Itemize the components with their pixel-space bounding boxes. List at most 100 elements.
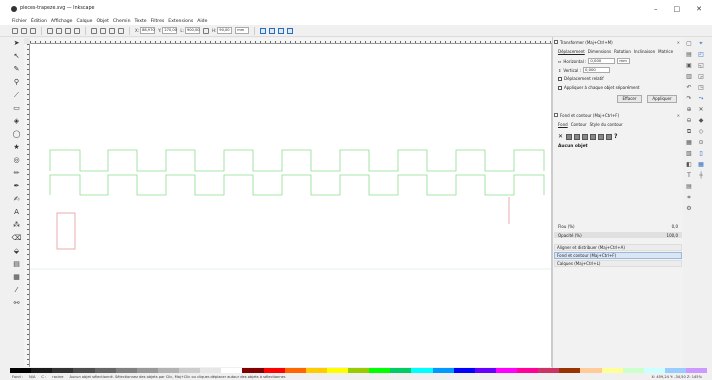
lower-to-bottom-icon[interactable] [118, 27, 124, 34]
vertical-input[interactable]: 0,000 [582, 67, 610, 73]
menu-path[interactable]: Chemin [113, 19, 131, 24]
menu-layer[interactable]: Calque [77, 19, 93, 24]
zoom-in-icon[interactable]: ⊕ [686, 106, 693, 113]
y-input[interactable]: 270,00 [162, 27, 178, 34]
snap-toggle-icon[interactable]: ⌖ [698, 40, 705, 47]
deselect-icon[interactable] [30, 27, 36, 34]
preferences-icon[interactable]: ⚙ [686, 205, 693, 212]
snap-bbox-edge-icon[interactable]: ◱ [698, 62, 705, 69]
fill-stroke-panel-tab[interactable]: Fond et contour (Maj+Ctrl+F) [554, 252, 682, 259]
snap-smooth-icon[interactable]: ◆ [698, 117, 705, 124]
snap-midpoint-icon[interactable]: ◇ [698, 128, 705, 135]
flat-color-icon[interactable] [566, 133, 572, 140]
linear-gradient-icon[interactable] [574, 133, 580, 140]
flip-vertical-icon[interactable] [74, 27, 80, 34]
selector-tool-icon[interactable]: ➤ [13, 39, 21, 47]
align-panel-tab[interactable]: Aligner et distribuer (Maj+Ctrl+A) [554, 244, 682, 251]
move-gradients-icon[interactable] [278, 27, 285, 34]
group-icon[interactable]: ▦ [686, 139, 693, 146]
layers-icon[interactable]: ▤ [686, 183, 693, 190]
raise-to-top-icon[interactable] [91, 27, 97, 34]
connector-tool-icon[interactable]: ⚯ [13, 299, 21, 307]
swatch-icon[interactable] [606, 133, 612, 140]
zoom-level[interactable]: Z: 145% [687, 375, 702, 379]
text-font-icon[interactable]: T [686, 172, 693, 179]
mesh-gradient-icon[interactable] [590, 133, 596, 140]
layers-panel-tab[interactable]: Calques (Maj+Ctrl+L) [554, 260, 682, 267]
snap-bbox-corner-icon[interactable]: ◲ [698, 73, 705, 80]
gradient-tool-icon[interactable]: ▤ [13, 260, 21, 268]
unit-select[interactable]: mm [235, 27, 250, 34]
radial-gradient-icon[interactable] [582, 133, 588, 140]
raise-icon[interactable] [100, 27, 106, 34]
eraser-tool-icon[interactable]: ⌫ [12, 234, 22, 242]
tab-skew[interactable]: Inclinaison [634, 49, 655, 54]
box3d-tool-icon[interactable]: ◈ [13, 117, 21, 125]
opacity-value[interactable]: 100,0 [667, 233, 678, 238]
blur-row[interactable]: Flou (%) 0,0 [554, 223, 682, 229]
opacity-row[interactable]: Opacité (%) 100,0 [554, 232, 682, 238]
height-input[interactable]: 90,00 [217, 27, 233, 34]
ellipse-tool-icon[interactable]: ◯ [13, 130, 21, 138]
tab-stroke-paint[interactable]: Contour [571, 122, 587, 127]
measure-tool-icon[interactable]: ⟋ [13, 91, 21, 99]
unit-dropdown[interactable]: mm [617, 58, 631, 64]
select-all-layers-icon[interactable] [21, 27, 27, 34]
no-paint-icon[interactable]: ✕ [558, 133, 564, 140]
print-icon[interactable]: ▥ [686, 73, 693, 80]
fill-indicator-value[interactable]: N/A [29, 375, 35, 379]
rotate-cw-icon[interactable] [56, 27, 62, 34]
tab-matrix[interactable]: Matrice [658, 49, 673, 54]
dropper-tool-icon[interactable]: ⁄ [13, 286, 21, 294]
menu-text[interactable]: Texte [135, 19, 147, 24]
layer-selector[interactable]: racine [52, 375, 63, 379]
mesh-tool-icon[interactable]: ▦ [13, 273, 21, 281]
square-wave-path-bottom[interactable] [49, 174, 545, 196]
tweak-tool-icon[interactable]: ✎ [13, 65, 21, 73]
text-tool-icon[interactable]: A [13, 208, 21, 216]
snap-guide-icon[interactable]: ┼ [698, 172, 705, 179]
rectangle-tool-icon[interactable]: ▭ [13, 104, 21, 112]
snap-nodes-icon[interactable]: ◳ [698, 84, 705, 91]
tab-fill[interactable]: Fond [558, 122, 568, 127]
snap-path-icon[interactable]: ⤳ [698, 95, 705, 102]
open-icon[interactable]: ▤ [686, 51, 693, 58]
bucket-tool-icon[interactable]: ⬙ [13, 247, 21, 255]
drawing-canvas[interactable] [30, 44, 552, 367]
menu-object[interactable]: Objet [96, 19, 108, 24]
new-document-icon[interactable]: ▢ [686, 40, 693, 47]
zoom-out-icon[interactable]: ⊖ [686, 117, 693, 124]
minimize-button[interactable]: – [654, 5, 658, 13]
clear-button[interactable]: Effacer [617, 95, 642, 103]
scale-stroke-icon[interactable] [260, 27, 267, 34]
save-icon[interactable]: ▣ [686, 62, 693, 69]
fill-stroke-icon[interactable]: ◧ [686, 161, 693, 168]
select-all-icon[interactable] [12, 27, 18, 34]
rotate-ccw-icon[interactable] [47, 27, 53, 34]
ungroup-icon[interactable]: ▧ [686, 150, 693, 157]
flip-horizontal-icon[interactable] [65, 27, 71, 34]
menu-view[interactable]: Affichage [51, 19, 73, 24]
snap-grid-icon[interactable]: ▦ [698, 161, 705, 168]
node-tool-icon[interactable]: ↖ [13, 52, 21, 60]
duplicate-icon[interactable]: ⧉ [686, 128, 693, 135]
snap-center-icon[interactable]: ⊙ [698, 139, 705, 146]
xml-editor-icon[interactable]: ⌗ [686, 194, 693, 201]
spray-tool-icon[interactable]: ⁂ [13, 221, 21, 229]
pink-rectangle-left[interactable] [56, 212, 76, 250]
close-button[interactable]: ✕ [696, 5, 702, 13]
pen-tool-icon[interactable]: ✒ [13, 182, 21, 190]
menu-filters[interactable]: Filtres [151, 19, 165, 24]
snap-bbox-icon[interactable]: ◰ [698, 51, 705, 58]
width-input[interactable]: 900,00 [184, 27, 200, 34]
pencil-tool-icon[interactable]: ✏ [13, 169, 21, 177]
blur-value[interactable]: 0,0 [672, 224, 678, 229]
tab-scale[interactable]: Dimensions [588, 49, 611, 54]
menu-file[interactable]: Fichier [12, 19, 27, 24]
menu-edit[interactable]: Édition [31, 19, 47, 24]
scale-corners-icon[interactable] [269, 27, 276, 34]
zoom-tool-icon[interactable]: ⚲ [13, 78, 21, 86]
close-panel-icon[interactable]: ✕ [677, 40, 680, 45]
calligraphy-tool-icon[interactable]: ✍ [13, 195, 21, 203]
lock-ratio-icon[interactable] [202, 27, 209, 34]
